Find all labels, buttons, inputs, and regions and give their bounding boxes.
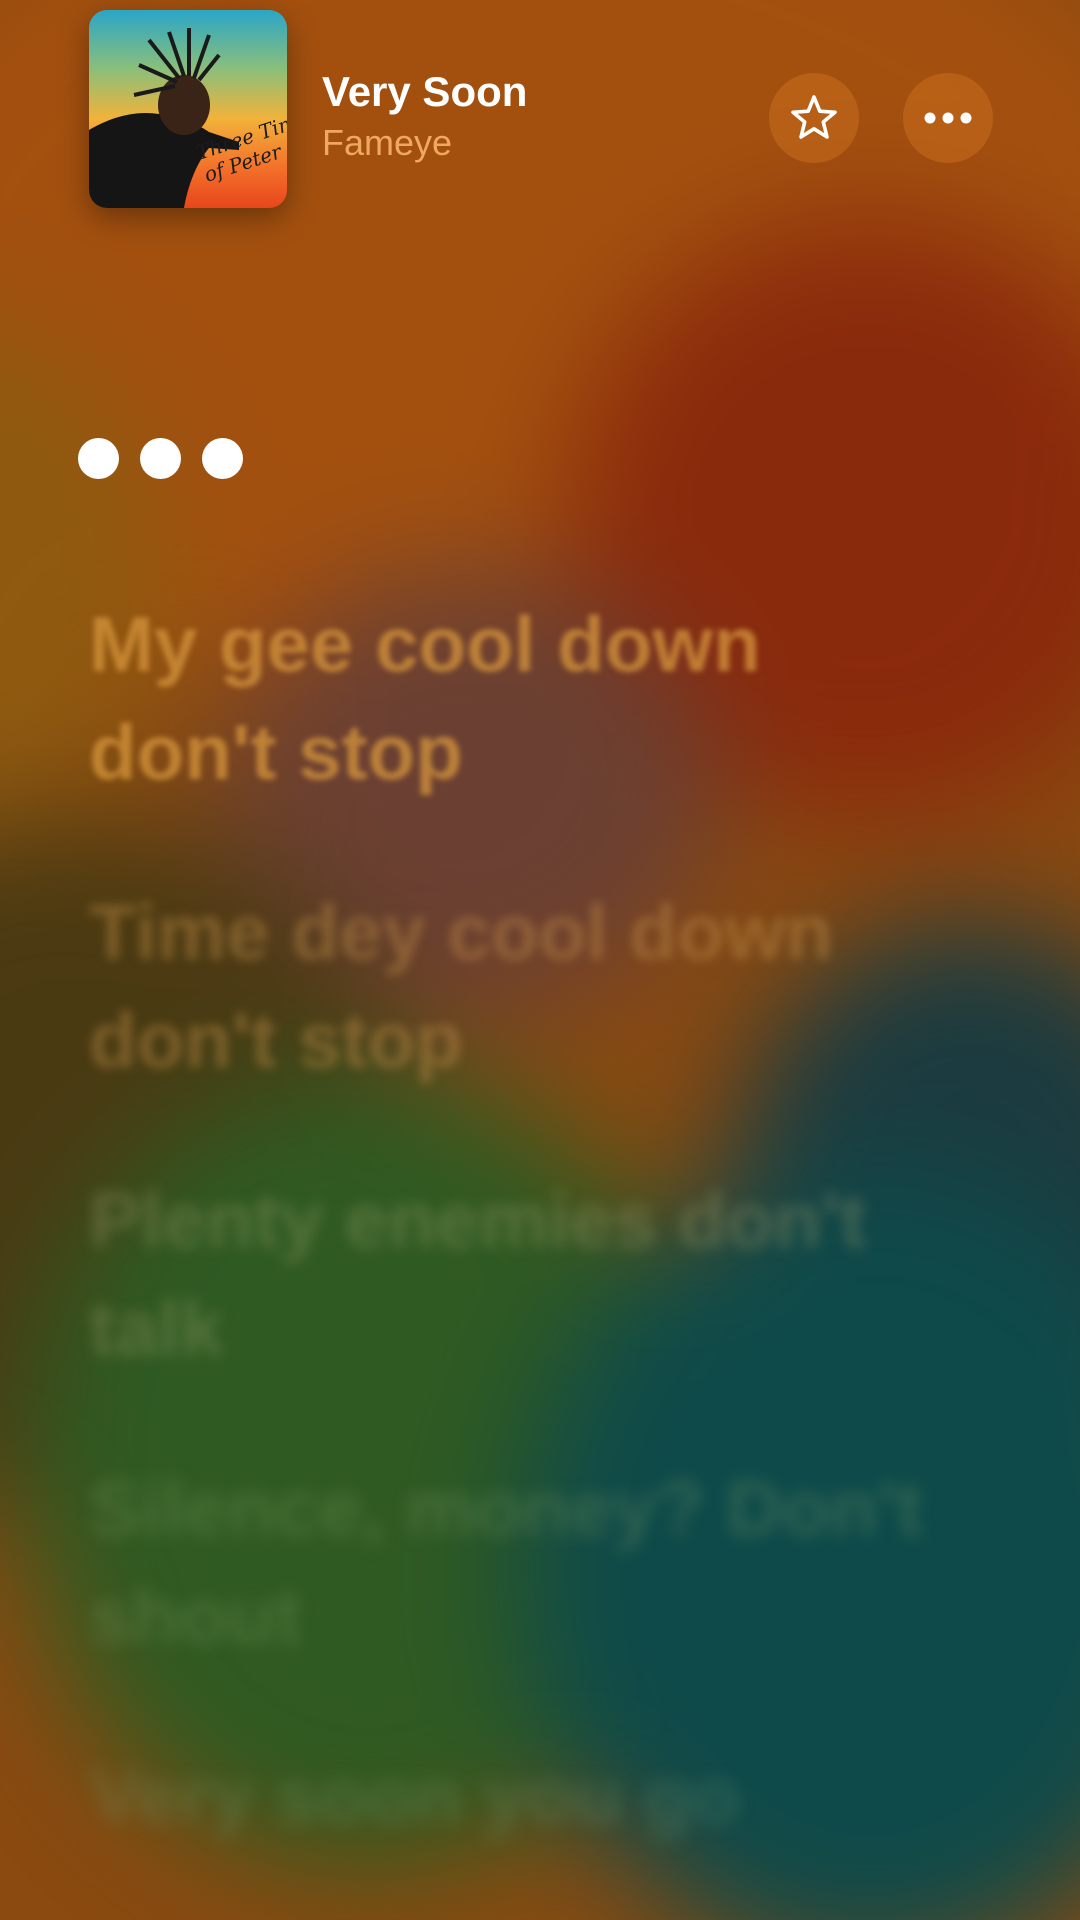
lyrics-list: My gee cool down don't stop Time dey coo… <box>89 590 969 1920</box>
interlude-dot <box>140 438 181 479</box>
lyric-line[interactable]: Very soon you go <box>89 1742 969 1850</box>
interlude-dot <box>78 438 119 479</box>
interlude-dot <box>202 438 243 479</box>
lyric-line[interactable]: Time dey cool down don't stop <box>89 878 969 1094</box>
album-artwork[interactable]: Three Times of Peter <box>89 10 287 208</box>
lyrics-screen: Three Times of Peter Very Soon Fameye My… <box>0 0 1080 1920</box>
interlude-indicator <box>78 438 243 479</box>
song-title[interactable]: Very Soon <box>322 68 527 116</box>
artist-name[interactable]: Fameye <box>322 122 452 164</box>
lyric-line[interactable]: Plenty enemies don't talk <box>89 1166 969 1382</box>
lyric-line[interactable]: Silence, money? Don't shout <box>89 1454 969 1670</box>
favorite-button[interactable] <box>769 73 859 163</box>
now-playing-header: Three Times of Peter Very Soon Fameye <box>0 0 1080 230</box>
artwork-illustration: Three Times of Peter <box>89 28 287 208</box>
ellipsis-icon <box>924 112 972 124</box>
star-outline-icon <box>791 95 837 139</box>
more-options-button[interactable] <box>903 73 993 163</box>
lyric-line[interactable]: My gee cool down don't stop <box>89 590 969 806</box>
